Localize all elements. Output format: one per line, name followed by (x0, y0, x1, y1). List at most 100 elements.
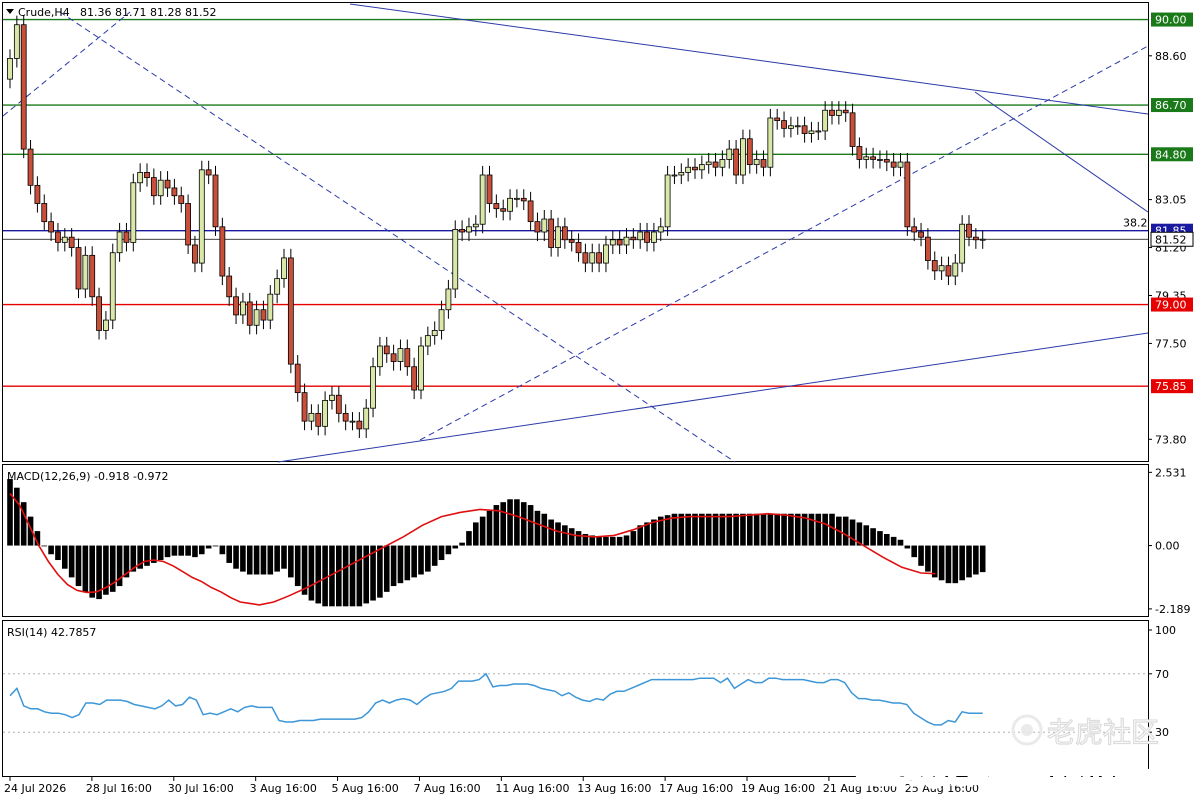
macd-histogram-bar[interactable] (931, 545, 938, 578)
macd-histogram-bar[interactable] (966, 545, 972, 578)
macd-histogram-bar[interactable] (904, 545, 911, 549)
candle-body[interactable] (822, 109, 829, 132)
macd-histogram-bar[interactable] (500, 502, 506, 546)
candle-body[interactable] (267, 293, 274, 321)
macd-histogram-bar[interactable] (781, 513, 787, 546)
candle-body[interactable] (424, 335, 431, 347)
macd-histogram-bar[interactable] (884, 533, 890, 546)
macd-histogram-bar[interactable] (240, 545, 246, 572)
macd-histogram-bar[interactable] (829, 513, 835, 546)
macd-histogram-bar[interactable] (157, 545, 164, 561)
candle-body[interactable] (616, 239, 623, 246)
candle-body[interactable] (801, 125, 808, 134)
candle-body[interactable] (870, 156, 876, 160)
candle-body[interactable] (863, 156, 870, 160)
macd-histogram-bar[interactable] (425, 545, 431, 572)
macd-histogram-bar[interactable] (459, 542, 465, 546)
macd-histogram-bar[interactable] (568, 528, 575, 546)
macd-histogram-bar[interactable] (171, 545, 178, 556)
candle-body[interactable] (733, 148, 739, 176)
candle-body[interactable] (541, 218, 548, 233)
macd-histogram-bar[interactable] (548, 519, 554, 546)
macd-histogram-bar[interactable] (774, 513, 780, 546)
macd-histogram-bar[interactable] (246, 545, 253, 575)
candle-body[interactable] (767, 117, 774, 168)
candle-body[interactable] (171, 187, 178, 197)
macd-histogram-bar[interactable] (733, 513, 739, 546)
candle-body[interactable] (55, 231, 61, 243)
candle-body[interactable] (596, 252, 602, 264)
candle-body[interactable] (534, 221, 541, 233)
candle-body[interactable] (835, 109, 842, 116)
candle-body[interactable] (664, 174, 671, 228)
macd-histogram-bar[interactable] (596, 536, 602, 546)
candle-body[interactable] (623, 236, 630, 246)
candle-body[interactable] (486, 174, 493, 204)
candle-body[interactable] (315, 412, 322, 427)
macd-histogram-bar[interactable] (308, 545, 315, 601)
candle-body[interactable] (137, 172, 144, 184)
candle-body[interactable] (404, 348, 411, 368)
candle-body[interactable] (644, 231, 650, 243)
candle-body[interactable] (27, 148, 34, 186)
candle-body[interactable] (301, 392, 308, 422)
macd-histogram-bar[interactable] (849, 519, 856, 546)
candle-body[interactable] (931, 260, 938, 272)
candle-body[interactable] (609, 239, 616, 246)
macd-histogram-bar[interactable] (75, 545, 82, 587)
macd-histogram-bar[interactable] (62, 545, 68, 569)
macd-histogram-bar[interactable] (911, 545, 917, 558)
candle-body[interactable] (7, 58, 13, 80)
macd-histogram-bar[interactable] (890, 536, 897, 546)
candle-body[interactable] (438, 309, 445, 331)
candle-body[interactable] (239, 301, 246, 316)
candle-body[interactable] (561, 226, 568, 241)
candle-body[interactable] (507, 197, 513, 212)
candle-body[interactable] (198, 169, 205, 264)
macd-histogram-bar[interactable] (342, 545, 349, 607)
candle-body[interactable] (103, 319, 109, 331)
candle-body[interactable] (603, 244, 609, 264)
macd-histogram-bar[interactable] (260, 545, 267, 575)
candle-body[interactable] (589, 252, 596, 264)
macd-histogram-bar[interactable] (712, 513, 719, 546)
macd-histogram-bar[interactable] (383, 545, 390, 592)
candle-body[interactable] (466, 226, 472, 233)
candle-body[interactable] (698, 164, 705, 171)
macd-histogram-bar[interactable] (877, 531, 883, 546)
candle-body[interactable] (938, 265, 945, 272)
macd-histogram-bar[interactable] (315, 545, 322, 604)
candle-body[interactable] (219, 226, 226, 277)
macd-histogram-bar[interactable] (267, 545, 274, 575)
candle-body[interactable] (260, 309, 267, 321)
macd-histogram-bar[interactable] (397, 545, 404, 584)
candle-body[interactable] (130, 182, 137, 243)
candle-body[interactable] (479, 174, 486, 225)
candle-body[interactable] (829, 109, 835, 116)
candle-body[interactable] (883, 159, 890, 163)
candle-body[interactable] (418, 345, 424, 391)
candle-body[interactable] (356, 420, 363, 430)
macd-histogram-bar[interactable] (226, 545, 232, 563)
candle-body[interactable] (788, 125, 794, 129)
candle-body[interactable] (41, 203, 48, 223)
candle-body[interactable] (712, 161, 719, 168)
candle-body[interactable] (918, 231, 924, 238)
candle-body[interactable] (966, 223, 972, 238)
candle-body[interactable] (34, 184, 41, 204)
macd-histogram-bar[interactable] (411, 545, 417, 578)
macd-histogram-bar[interactable] (863, 525, 870, 546)
candle-body[interactable] (253, 309, 260, 326)
candle-body[interactable] (849, 112, 856, 147)
macd-histogram-bar[interactable] (349, 545, 356, 607)
macd-histogram-bar[interactable] (82, 545, 89, 592)
candle-body[interactable] (500, 208, 507, 212)
candle-body[interactable] (48, 221, 54, 233)
candle-body[interactable] (363, 407, 370, 430)
macd-histogram-bar[interactable] (959, 545, 965, 581)
candle-body[interactable] (651, 231, 657, 243)
macd-histogram-bar[interactable] (212, 545, 219, 547)
candle-body[interactable] (815, 130, 822, 133)
candle-body[interactable] (178, 195, 185, 204)
candle-body[interactable] (82, 254, 89, 290)
